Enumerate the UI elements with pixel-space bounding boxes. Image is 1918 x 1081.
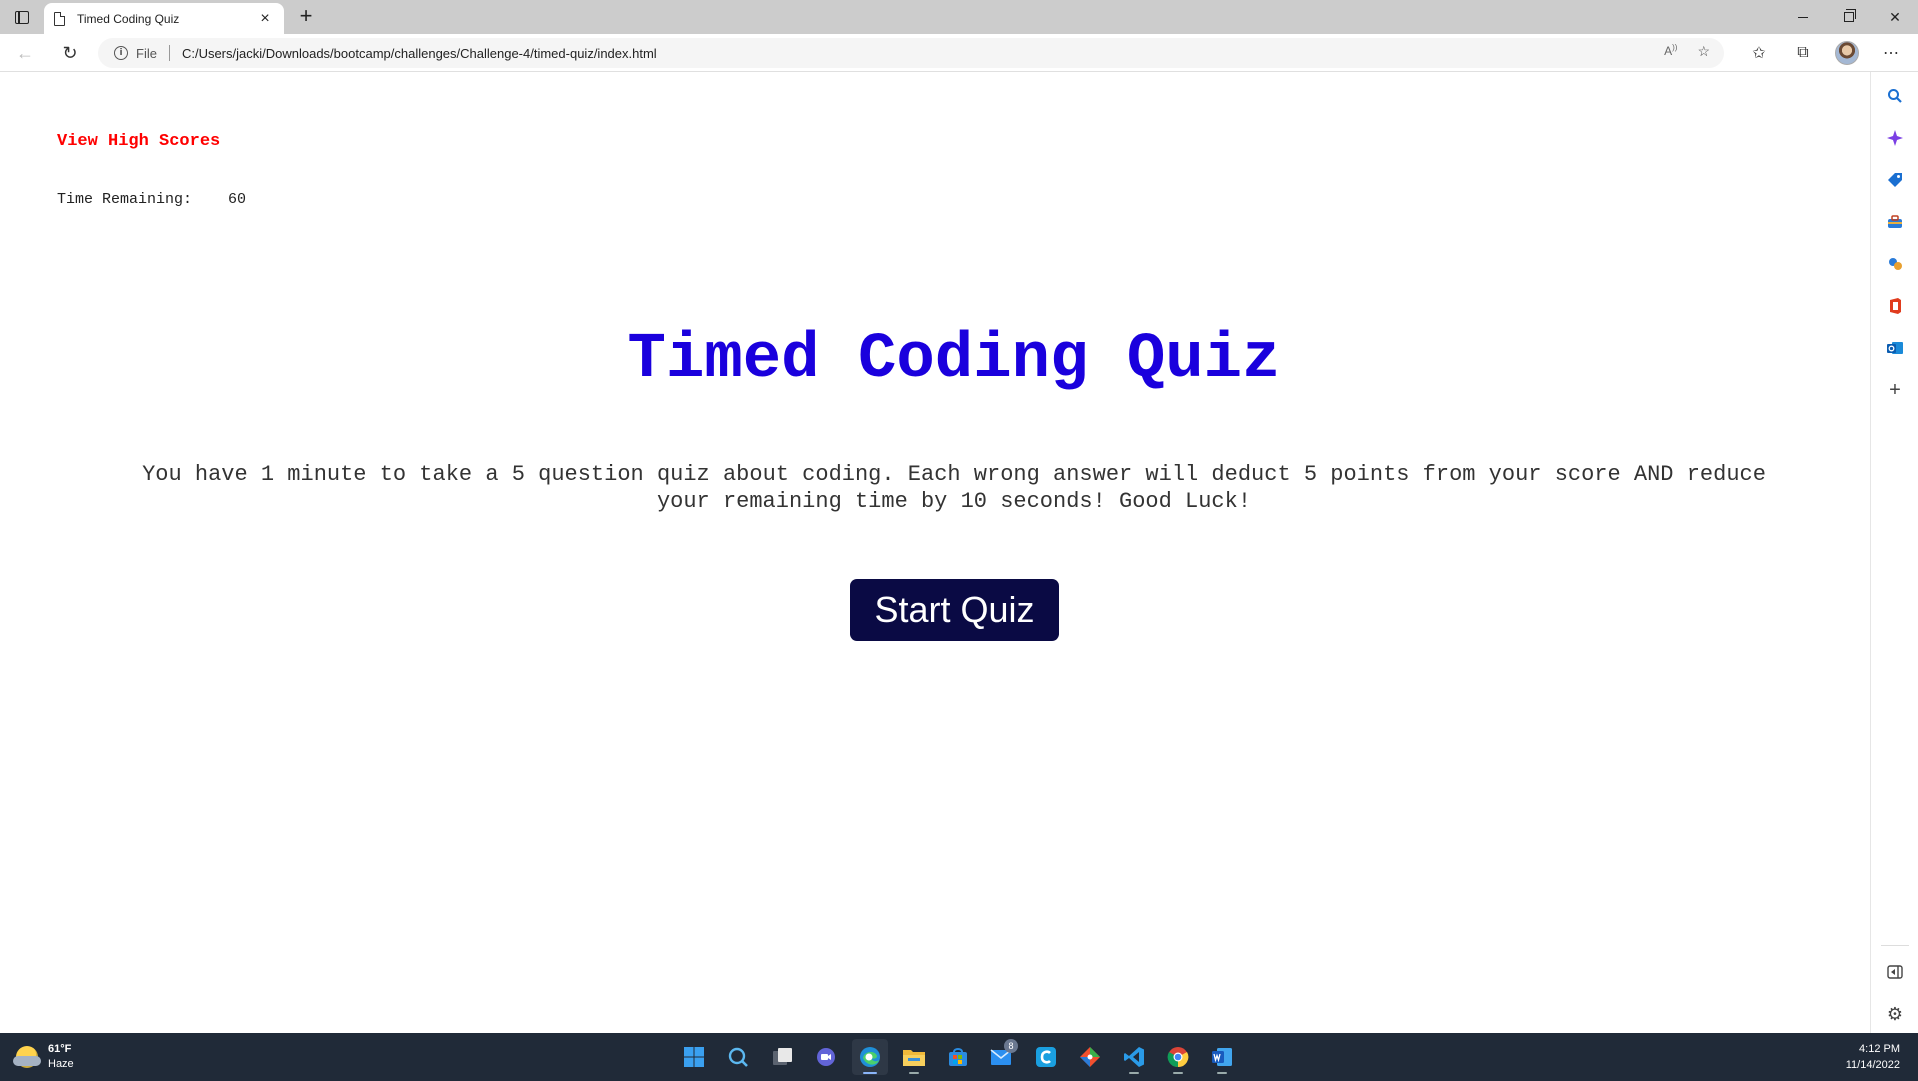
quiz-description: You have 1 minute to take a 5 question q… [142,462,1766,514]
clock-date: 11/14/2022 [1845,1059,1900,1071]
back-arrow-icon: ← [16,42,34,63]
browser-toolbar: ← ↻ i File C:/Users/jacki/Downloads/boot… [0,34,1918,72]
minimize-button[interactable] [1780,0,1826,34]
collections-button[interactable]: ⧉ [1788,38,1818,68]
start-icon [684,1047,704,1067]
start-quiz-button[interactable]: Start Quiz [850,579,1059,641]
profile-button[interactable] [1832,38,1862,68]
office-icon[interactable] [1883,294,1907,318]
vscode-icon [1124,1047,1144,1067]
task-view-icon [773,1048,792,1065]
search-icon [728,1047,748,1067]
edge-icon [860,1047,880,1067]
weather-desc: Haze [48,1058,74,1070]
address-bar[interactable]: i File C:/Users/jacki/Downloads/bootcamp… [98,38,1724,68]
copilot-icon[interactable] [1883,126,1907,150]
file-explorer-button[interactable] [896,1039,932,1075]
window-controls: ✕ [1780,0,1918,34]
timer-value: 60 [228,191,247,208]
info-icon[interactable]: i [114,46,128,60]
scheme-label: File [136,45,157,61]
clock-time: 4:12 PM [1859,1043,1900,1055]
task-view-button[interactable] [764,1039,800,1075]
new-tab-button[interactable]: + [292,4,320,30]
add-icon[interactable]: + [1883,378,1907,402]
page-content: View High Scores Time Remaining: 60 Timed… [0,72,1870,1033]
document-icon [54,11,65,26]
toolbar-actions: ✩ ⧉ ⋯ [1744,38,1906,68]
timer-label: Time Remaining: [57,191,193,208]
c-app-icon [1036,1047,1056,1067]
timer: Time Remaining: 60 [57,191,246,208]
tab-actions-icon [15,10,29,24]
system-clock[interactable]: 4:12 PM 11/14/2022 [1846,1041,1900,1073]
taskbar: 61°F Haze 8 4:12 PM 11/14/2022 [0,1033,1918,1081]
store-icon [949,1048,967,1066]
running-indicator [909,1072,919,1074]
close-icon: ✕ [1889,8,1901,25]
hide-sidebar-icon[interactable] [1883,960,1907,984]
word-button[interactable] [1204,1039,1240,1075]
tab-actions-button[interactable] [8,4,36,30]
running-indicator [1129,1072,1139,1074]
more-icon: ⋯ [1883,45,1899,62]
tab-title: Timed Coding Quiz [77,11,180,26]
vscode-button[interactable] [1116,1039,1152,1075]
settings-more-button[interactable]: ⋯ [1876,38,1906,68]
mail-button[interactable]: 8 [984,1039,1020,1075]
store-button[interactable] [940,1039,976,1075]
shopping-tag-icon[interactable] [1883,168,1907,192]
tab-close-button[interactable]: × [256,10,274,28]
search-button[interactable] [720,1039,756,1075]
address-bar-actions: A)) ☆ [1664,43,1710,60]
edge-taskbar-button[interactable] [852,1039,888,1075]
weather-temp: 61°F [48,1043,72,1055]
favorites-icon: ✩ [1752,45,1766,62]
reload-button[interactable]: ↻ [55,39,85,67]
c-app-button[interactable] [1028,1039,1064,1075]
settings-icon[interactable]: ⚙ [1883,1002,1907,1026]
running-indicator [1173,1072,1183,1074]
games-icon[interactable] [1883,252,1907,276]
favorites-button[interactable]: ✩ [1744,38,1774,68]
tab-strip: Timed Coding Quiz × + ✕ [0,0,1918,34]
avatar [1835,41,1859,65]
file-explorer-icon [903,1050,925,1066]
taskbar-apps: 8 [676,1039,1240,1075]
collections-icon: ⧉ [1797,44,1809,61]
active-tab[interactable]: Timed Coding Quiz × [44,3,284,34]
running-indicator [1217,1072,1227,1074]
chrome-icon [1167,1047,1189,1068]
add-favorite-icon[interactable]: ☆ [1697,43,1710,60]
weather-widget[interactable]: 61°F Haze [13,1042,74,1072]
sidebar-divider [1881,945,1909,946]
read-aloud-icon[interactable]: A)) [1664,43,1677,60]
restore-icon [1844,9,1856,22]
outlook-icon[interactable] [1883,336,1907,360]
git-icon [1080,1047,1100,1067]
view-high-scores-link[interactable]: View High Scores [57,132,220,151]
back-button[interactable]: ← [10,39,40,67]
teams-chat-icon [817,1048,835,1066]
url-text[interactable]: C:/Users/jacki/Downloads/bootcamp/challe… [182,46,657,61]
page-title: Timed Coding Quiz [627,324,1281,396]
tools-icon[interactable] [1883,210,1907,234]
start-button[interactable] [676,1039,712,1075]
active-indicator [863,1072,877,1074]
teams-chat-button[interactable] [808,1039,844,1075]
search-icon[interactable] [1883,84,1907,108]
reload-icon: ↻ [62,42,78,63]
close-window-button[interactable]: ✕ [1872,0,1918,34]
chrome-button[interactable] [1160,1039,1196,1075]
address-divider [168,45,170,61]
git-button[interactable] [1072,1039,1108,1075]
restore-button[interactable] [1826,0,1872,34]
word-icon [1212,1048,1232,1066]
mail-badge: 8 [1004,1039,1018,1053]
edge-sidebar: + ⚙ [1870,72,1918,1033]
weather-icon [13,1046,41,1068]
minimize-icon [1798,16,1808,18]
